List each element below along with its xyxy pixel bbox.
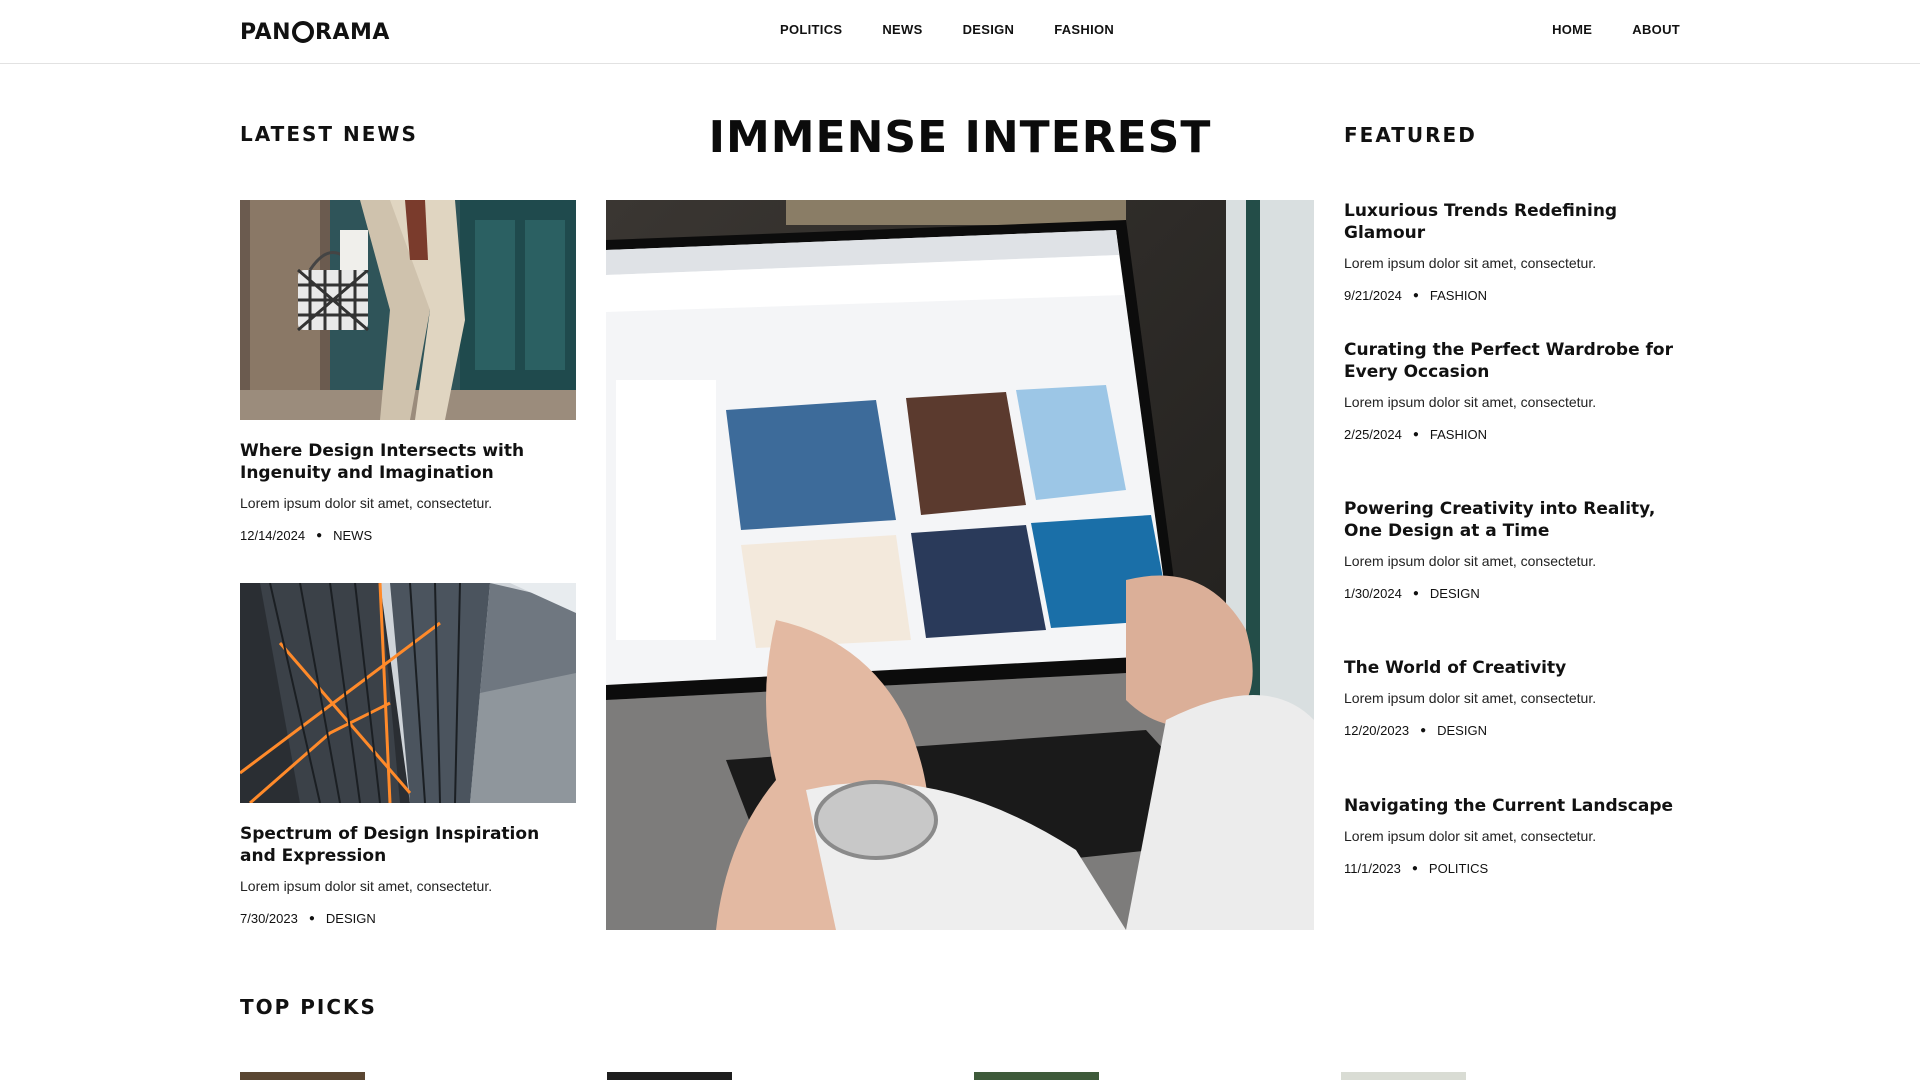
top-pick-image[interactable] xyxy=(607,1072,732,1080)
latest-news-heading: LATEST NEWS xyxy=(240,122,418,146)
article-excerpt: Lorem ipsum dolor sit amet, consectetur. xyxy=(1344,255,1597,271)
logo-text-left: PAN xyxy=(240,19,292,45)
top-picks-row xyxy=(240,1072,1466,1080)
article-excerpt: Lorem ipsum dolor sit amet, consectetur. xyxy=(1344,394,1597,410)
laptop-marketplace-image[interactable] xyxy=(606,200,1314,930)
top-pick-image[interactable] xyxy=(1341,1072,1466,1080)
article-title-link[interactable]: Spectrum of Design Inspiration and Expre… xyxy=(240,823,576,867)
skyscraper-image[interactable] xyxy=(240,583,576,803)
panorama-logo[interactable]: PAN RAMA xyxy=(240,18,390,46)
hero-title: IMMENSE INTEREST xyxy=(708,112,1212,163)
article-category-link[interactable]: DESIGN xyxy=(1430,586,1480,601)
article-date: 9/21/2024 xyxy=(1344,288,1402,303)
article-category-link[interactable]: FASHION xyxy=(1430,427,1487,442)
article-meta: 2/25/2024 ● FASHION xyxy=(1344,427,1684,442)
article-excerpt: Lorem ipsum dolor sit amet, consectetur. xyxy=(1344,553,1597,569)
latest-news-card: Spectrum of Design Inspiration and Expre… xyxy=(240,583,576,926)
article-category-link[interactable]: DESIGN xyxy=(1437,723,1487,738)
article-title-link[interactable]: Curating the Perfect Wardrobe for Every … xyxy=(1344,339,1684,383)
meta-separator-dot: ● xyxy=(308,913,315,924)
nav-link-politics[interactable]: POLITICS xyxy=(780,22,842,37)
logo-text-right: RAMA xyxy=(315,19,390,45)
article-title-link[interactable]: Where Design Intersects with Ingenuity a… xyxy=(240,440,576,484)
meta-separator-dot: ● xyxy=(1412,588,1419,599)
article-meta: 9/21/2024 ● FASHION xyxy=(1344,288,1684,303)
nav-link-home[interactable]: HOME xyxy=(1552,22,1592,37)
featured-article: Navigating the Current Landscape Lorem i… xyxy=(1344,795,1684,876)
article-excerpt: Lorem ipsum dolor sit amet, consectetur. xyxy=(1344,690,1597,706)
article-excerpt: Lorem ipsum dolor sit amet, consectetur. xyxy=(1344,828,1597,844)
featured-article: Luxurious Trends Redefining Glamour Lore… xyxy=(1344,200,1684,339)
meta-separator-dot: ● xyxy=(1420,725,1427,736)
article-title-link[interactable]: Navigating the Current Landscape xyxy=(1344,795,1684,817)
article-excerpt: Lorem ipsum dolor sit amet, consectetur. xyxy=(240,878,493,894)
article-title-link[interactable]: Luxurious Trends Redefining Glamour xyxy=(1344,200,1684,244)
featured-article: Curating the Perfect Wardrobe for Every … xyxy=(1344,339,1684,498)
article-date: 2/25/2024 xyxy=(1344,427,1402,442)
nav-link-news[interactable]: NEWS xyxy=(882,22,922,37)
article-meta: 1/30/2024 ● DESIGN xyxy=(1344,586,1684,601)
featured-list: Luxurious Trends Redefining Glamour Lore… xyxy=(1344,200,1684,876)
nav-link-design[interactable]: DESIGN xyxy=(963,22,1015,37)
meta-separator-dot: ● xyxy=(316,530,323,541)
article-excerpt: Lorem ipsum dolor sit amet, consectetur. xyxy=(240,495,493,511)
top-pick-image[interactable] xyxy=(974,1072,1099,1080)
article-date: 12/20/2023 xyxy=(1344,723,1410,738)
nav-link-about[interactable]: ABOUT xyxy=(1632,22,1680,37)
logo-ring-icon xyxy=(292,21,315,43)
featured-article: The World of Creativity Lorem ipsum dolo… xyxy=(1344,657,1684,795)
article-meta: 11/1/2023 ● POLITICS xyxy=(1344,861,1684,876)
article-date: 11/1/2023 xyxy=(1344,861,1401,876)
article-meta: 12/14/2024 ● NEWS xyxy=(240,528,576,543)
article-date: 7/30/2023 xyxy=(240,911,298,926)
meta-separator-dot: ● xyxy=(1412,429,1419,440)
article-category-link[interactable]: POLITICS xyxy=(1429,861,1488,876)
top-navigation-bar: PAN RAMA POLITICS NEWS DESIGN FASHION HOM… xyxy=(0,0,1920,64)
article-meta: 7/30/2023 ● DESIGN xyxy=(240,911,576,926)
site-nav: HOME ABOUT xyxy=(1552,22,1680,37)
latest-news-card: Where Design Intersects with Ingenuity a… xyxy=(240,200,576,543)
top-pick-image[interactable] xyxy=(240,1072,365,1080)
article-category-link[interactable]: NEWS xyxy=(333,528,372,543)
featured-heading: FEATURED xyxy=(1344,123,1477,147)
top-picks-heading: TOP PICKS xyxy=(240,995,377,1019)
featured-article: Powering Creativity into Reality, One De… xyxy=(1344,498,1684,657)
meta-separator-dot: ● xyxy=(1411,863,1418,874)
category-nav: POLITICS NEWS DESIGN FASHION xyxy=(780,22,1114,37)
latest-news-list: Where Design Intersects with Ingenuity a… xyxy=(240,200,576,966)
article-category-link[interactable]: FASHION xyxy=(1430,288,1487,303)
article-title-link[interactable]: Powering Creativity into Reality, One De… xyxy=(1344,498,1684,542)
article-category-link[interactable]: DESIGN xyxy=(326,911,376,926)
meta-separator-dot: ● xyxy=(1412,290,1419,301)
article-meta: 12/20/2023 ● DESIGN xyxy=(1344,723,1684,738)
fashion-walking-image[interactable] xyxy=(240,200,576,420)
article-title-link[interactable]: The World of Creativity xyxy=(1344,657,1684,679)
article-date: 12/14/2024 xyxy=(240,528,306,543)
article-date: 1/30/2024 xyxy=(1344,586,1402,601)
nav-link-fashion[interactable]: FASHION xyxy=(1054,22,1114,37)
